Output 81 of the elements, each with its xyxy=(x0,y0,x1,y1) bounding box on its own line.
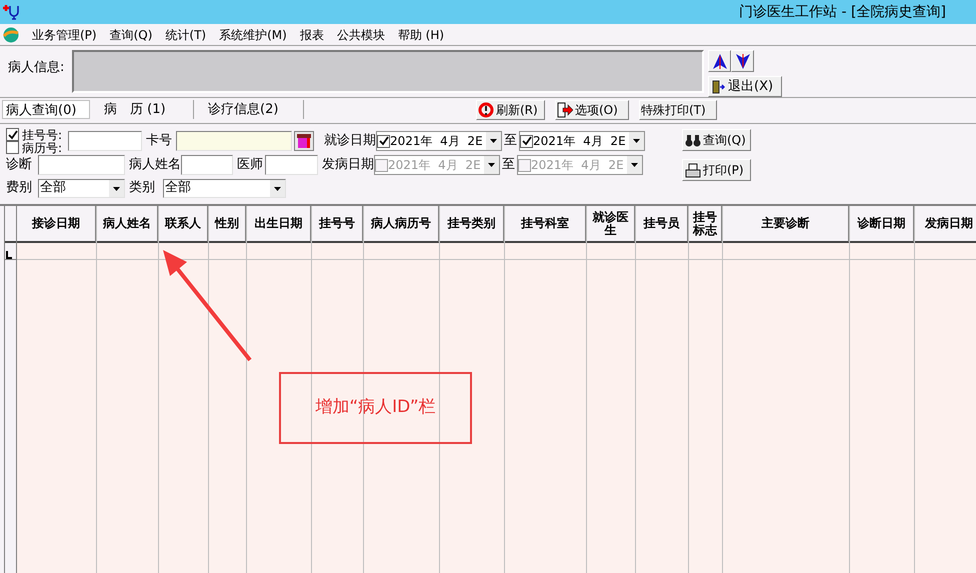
column-header[interactable]: 挂号类别 xyxy=(440,206,504,243)
column-header[interactable]: 联系人 xyxy=(159,206,208,243)
column-header[interactable]: 发病日期 xyxy=(915,206,976,243)
column-header[interactable]: 病人病历号 xyxy=(364,206,439,243)
text-field[interactable] xyxy=(181,155,233,175)
date-value: 2021年 4月 2E xyxy=(388,157,482,174)
toolbar-button[interactable]: 选项(O) xyxy=(555,100,629,120)
column-header[interactable]: 接诊日期 xyxy=(17,206,96,243)
date-picker[interactable]: 2021年 4月 2E xyxy=(376,131,502,151)
column-header[interactable]: 主要诊断 xyxy=(723,206,849,243)
date-picker[interactable]: 2021年 4月 2E xyxy=(519,131,645,151)
binoculars-icon xyxy=(685,132,701,148)
field-label: 诊断 xyxy=(6,156,33,174)
field-label: 医师 xyxy=(237,156,264,174)
text-field[interactable] xyxy=(38,155,125,175)
previous-button[interactable] xyxy=(708,50,731,72)
tab[interactable]: 病人查询(0) xyxy=(2,100,90,119)
patient-info-field[interactable] xyxy=(72,50,704,93)
checkbox[interactable] xyxy=(520,134,533,148)
field-label: 就诊日期 xyxy=(324,132,376,150)
printer-icon xyxy=(685,162,701,178)
card-reader-button[interactable] xyxy=(294,131,314,151)
toolbar-button[interactable]: 特殊打印(T) xyxy=(639,100,717,120)
field-label: 病历号: xyxy=(22,142,62,154)
door-icon xyxy=(712,80,725,94)
check-icon xyxy=(8,130,18,140)
menu-item[interactable]: 查询(Q) xyxy=(110,26,152,44)
dropdown-field[interactable]: 全部 xyxy=(38,178,125,198)
row-indicator xyxy=(6,251,12,259)
field-label: 至 xyxy=(504,132,517,150)
field-label: 病人信息: xyxy=(8,59,66,77)
field-label: 费别 xyxy=(6,179,33,198)
menu-item[interactable]: 统计(T) xyxy=(165,26,206,44)
menu-item[interactable]: 系统维护(M) xyxy=(219,26,287,44)
column-header[interactable]: 出生日期 xyxy=(247,206,311,243)
up-arrow-icon xyxy=(712,52,728,70)
action-button[interactable]: 打印(P) xyxy=(682,159,751,181)
column-header[interactable]: 诊断日期 xyxy=(850,206,914,243)
arrow-page-icon xyxy=(557,102,573,118)
column-header[interactable]: 挂号标志 xyxy=(689,206,722,243)
date-value: 2021年 4月 2E xyxy=(531,157,625,174)
field-label: 挂号号: xyxy=(22,128,62,140)
app-logo-icon xyxy=(3,26,19,42)
menu-item[interactable]: 业务管理(P) xyxy=(32,26,97,44)
column-header[interactable]: 挂号科室 xyxy=(505,206,586,243)
next-button[interactable] xyxy=(731,50,754,72)
date-value: 2021年 4月 2E xyxy=(390,133,484,150)
field-label: 发病日期 xyxy=(322,156,374,174)
checkbox[interactable] xyxy=(6,128,19,141)
refresh-icon xyxy=(478,102,494,118)
field-label: 类别 xyxy=(129,179,156,198)
toolbar-button[interactable]: 刷新(R) xyxy=(476,100,545,120)
text-field[interactable] xyxy=(68,131,142,151)
tab[interactable]: 病 历 (1) xyxy=(90,100,194,119)
checkbox[interactable] xyxy=(6,141,19,154)
annotation-note: 增加“病人ID”栏 xyxy=(279,372,472,444)
dropdown-field[interactable]: 全部 xyxy=(163,178,286,198)
down-arrow-icon xyxy=(734,52,750,70)
column-header[interactable]: 挂号号 xyxy=(312,206,363,243)
check-icon xyxy=(522,136,532,146)
tab[interactable]: 诊疗信息(2) xyxy=(194,100,304,119)
menu-item[interactable]: 帮助 (H) xyxy=(398,26,444,44)
field-label: 卡号 xyxy=(146,132,173,150)
column-header[interactable]: 挂号员 xyxy=(636,206,688,243)
action-button[interactable]: 查询(Q) xyxy=(682,129,751,151)
date-value: 2021年 4月 2E xyxy=(533,133,627,150)
field-label: 至 xyxy=(502,156,515,174)
card-reader-icon xyxy=(297,134,311,148)
checkbox[interactable] xyxy=(377,134,390,148)
exit-button[interactable]: 退出(X) xyxy=(708,76,782,97)
check-icon xyxy=(378,136,388,146)
field-label: 病人姓名 xyxy=(129,156,181,174)
column-header[interactable]: 病人姓名 xyxy=(97,206,158,243)
stethoscope-icon xyxy=(2,2,20,22)
menu-item[interactable]: 公共模块 xyxy=(336,26,385,44)
column-header[interactable]: 就诊医生 xyxy=(587,206,635,243)
menu-item[interactable]: 报表 xyxy=(300,26,324,44)
window-title: 门诊医生工作站 - [全院病史查询] xyxy=(739,2,946,22)
text-field[interactable] xyxy=(265,155,318,175)
text-field[interactable] xyxy=(176,131,292,151)
column-header[interactable]: 性别 xyxy=(209,206,246,243)
